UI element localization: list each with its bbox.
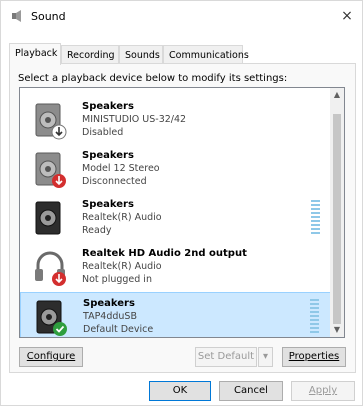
properties-button[interactable]: Properties	[282, 347, 346, 367]
ok-button[interactable]: OK	[149, 381, 211, 401]
set-default-button[interactable]: Set Default	[195, 347, 257, 367]
volume-level-meter	[310, 299, 319, 335]
device-row[interactable]: Speakers MINISTUDIO US-32/42 Disabled	[20, 96, 332, 145]
scroll-down-button[interactable]: ▼	[330, 323, 344, 337]
tab-recording[interactable]: Recording	[61, 45, 119, 64]
device-status: Disabled	[82, 127, 124, 138]
device-name: Speakers	[82, 101, 134, 112]
volume-level-meter	[311, 200, 320, 236]
ok-label: OK	[172, 385, 188, 396]
device-row[interactable]: Realtek HD Audio 2nd output Realtek(R) A…	[20, 243, 332, 292]
device-driver: TAP4dduSB	[83, 311, 137, 322]
speaker-title-icon	[12, 10, 21, 22]
device-status: Disconnected	[82, 176, 147, 187]
apply-label: Apply	[308, 385, 338, 396]
device-row[interactable]: Speakers Model 12 Stereo Disconnected	[20, 145, 332, 194]
device-driver: Model 12 Stereo	[82, 163, 160, 174]
tab-sounds[interactable]: Sounds	[119, 45, 163, 64]
speaker-icon	[35, 201, 61, 235]
device-driver: Realtek(R) Audio	[82, 212, 162, 223]
device-driver: Realtek(R) Audio	[82, 261, 162, 272]
device-status: Not plugged in	[82, 274, 152, 285]
headphones-icon	[35, 251, 66, 286]
scroll-up-button[interactable]: ▲	[330, 88, 344, 102]
title-bar: Sound ×	[1, 1, 362, 31]
speaker-icon	[35, 103, 67, 140]
device-name: Speakers	[82, 150, 134, 161]
properties-label: Properties	[288, 351, 340, 362]
tab-playback[interactable]: Playback	[9, 43, 61, 65]
set-default-dropdown[interactable]: ▾	[258, 347, 273, 367]
device-name: Speakers	[83, 298, 135, 309]
device-row-selected[interactable]: Speakers TAP4dduSB Default Device	[20, 292, 332, 337]
device-list[interactable]: Speakers MINISTUDIO US-32/42 Disabled Sp…	[19, 87, 345, 338]
device-status: Ready	[82, 225, 112, 236]
tab-communications[interactable]: Communications	[163, 45, 249, 64]
device-row[interactable]: Speakers Realtek(R) Audio Ready	[20, 194, 332, 243]
configure-label: Configure	[26, 351, 76, 362]
scroll-thumb[interactable]	[333, 114, 341, 324]
device-name: Realtek HD Audio 2nd output	[82, 248, 247, 259]
cancel-button[interactable]: Cancel	[219, 381, 283, 401]
apply-button[interactable]: Apply	[291, 381, 355, 401]
cancel-label: Cancel	[234, 385, 268, 396]
set-default-label: Set Default	[197, 351, 255, 362]
list-scrollbar[interactable]: ▲ ▼	[330, 88, 344, 337]
sound-dialog: Sound × Playback Recording Sounds Commun…	[0, 0, 363, 406]
close-button[interactable]: ×	[336, 5, 358, 27]
window-title: Sound	[31, 10, 66, 23]
device-name: Speakers	[82, 199, 134, 210]
speaker-icon	[36, 300, 67, 336]
instruction-text: Select a playback device below to modify…	[18, 73, 288, 84]
chevron-down-icon: ▾	[262, 351, 269, 362]
configure-button[interactable]: Configure	[19, 347, 83, 367]
device-status: Default Device	[83, 324, 154, 335]
speaker-icon	[35, 152, 66, 188]
device-driver: MINISTUDIO US-32/42	[82, 114, 187, 125]
